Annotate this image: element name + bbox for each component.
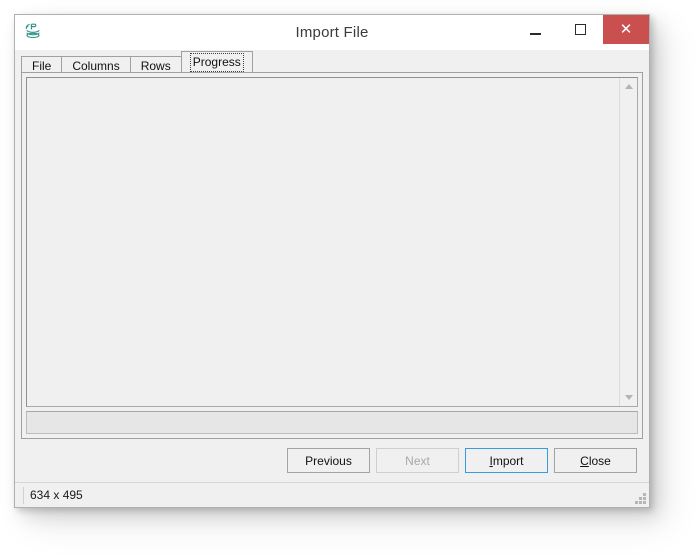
- tab-progress-label: Progress: [189, 53, 244, 72]
- progress-bar: [26, 411, 638, 434]
- close-dialog-button[interactable]: Close: [554, 448, 637, 473]
- previous-button-label: Previous: [305, 453, 352, 468]
- dialog-button-row: Previous Next Import Close: [15, 439, 649, 482]
- progress-tab-page: [21, 72, 643, 439]
- window-controls: ✕: [513, 15, 649, 44]
- close-icon: ✕: [619, 20, 633, 38]
- tab-progress[interactable]: Progress: [180, 51, 253, 72]
- chevron-up-icon: [624, 84, 633, 89]
- close-button-label: Close: [580, 454, 611, 468]
- maximize-button[interactable]: [558, 15, 603, 44]
- import-button-label: Import: [489, 454, 523, 468]
- status-size-text: 634 x 495: [23, 486, 150, 504]
- progress-log-body[interactable]: [27, 78, 619, 406]
- scrollbar-track[interactable]: [620, 95, 637, 389]
- tab-strip: File Columns Rows Progress: [21, 50, 649, 74]
- minimize-button[interactable]: [513, 15, 558, 44]
- import-button[interactable]: Import: [465, 448, 548, 473]
- vertical-scrollbar[interactable]: [619, 78, 637, 406]
- close-accel: C: [580, 453, 589, 468]
- resize-grip-icon[interactable]: [633, 491, 646, 504]
- import-file-window: Import File ✕ File Columns Rows Progress…: [14, 14, 650, 508]
- status-bar: 634 x 495: [15, 482, 649, 507]
- import-rest: mport: [492, 453, 524, 468]
- client-area: File Columns Rows Progress Previous Next…: [15, 50, 649, 507]
- scroll-up-button[interactable]: [620, 78, 637, 95]
- title-bar[interactable]: Import File ✕: [15, 15, 649, 50]
- next-button-label: Next: [405, 453, 430, 468]
- next-button: Next: [376, 448, 459, 473]
- tab-columns-label: Columns: [72, 59, 120, 73]
- close-button[interactable]: ✕: [603, 15, 649, 44]
- scroll-down-button[interactable]: [620, 389, 637, 406]
- chevron-down-icon: [624, 395, 633, 400]
- tab-file-label: File: [32, 59, 52, 73]
- close-rest: lose: [588, 453, 611, 468]
- progress-log-list[interactable]: [26, 77, 638, 407]
- maximize-icon: [575, 24, 586, 35]
- previous-button[interactable]: Previous: [287, 448, 370, 473]
- tab-rows-label: Rows: [140, 59, 171, 73]
- minimize-icon: [530, 32, 541, 35]
